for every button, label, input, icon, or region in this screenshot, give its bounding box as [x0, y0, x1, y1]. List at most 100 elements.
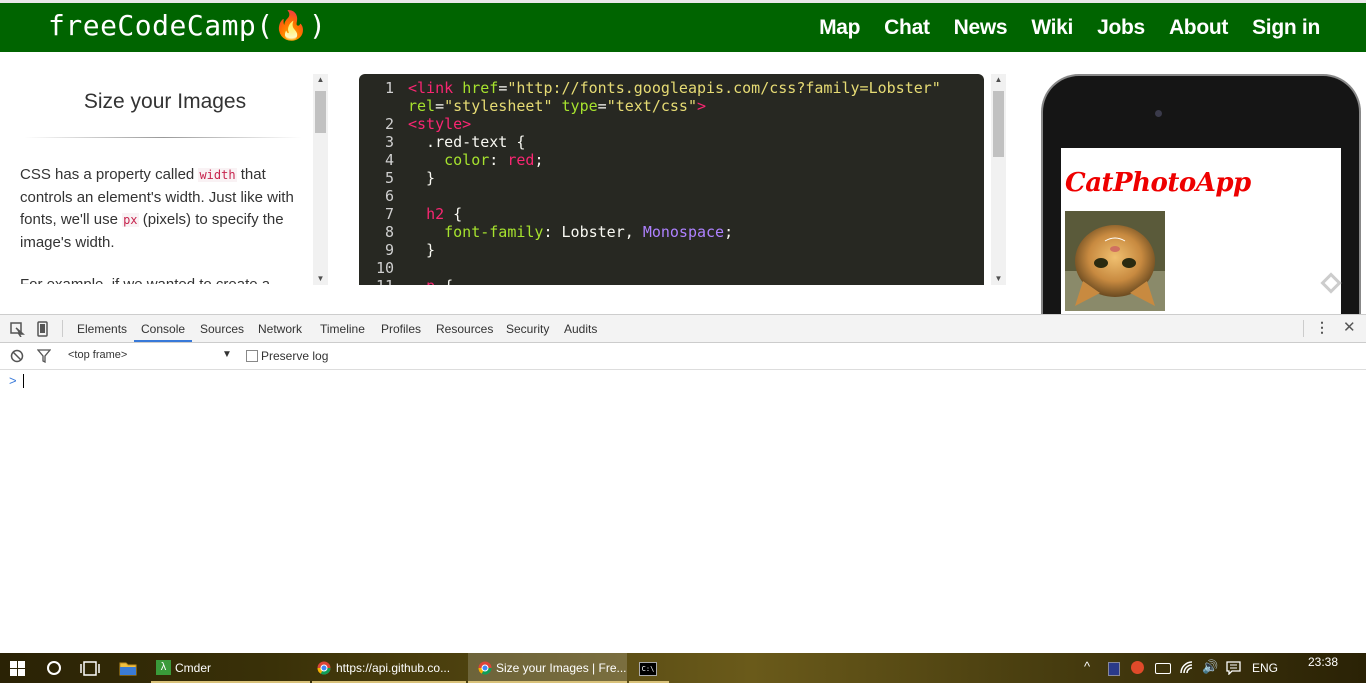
nav-link-wiki[interactable]: Wiki: [1031, 16, 1073, 40]
scroll-up-arrow-icon[interactable]: ▲: [991, 74, 1006, 86]
line-number: 4: [384, 151, 394, 169]
taskbar-clock[interactable]: 23:38: [1308, 647, 1338, 677]
line-number: 1: [384, 79, 394, 97]
code-line: p {: [408, 277, 453, 285]
code-editor[interactable]: 1 <link href="http://fonts.googleapis.com…: [359, 74, 984, 285]
scrollbar-thumb[interactable]: [993, 91, 1004, 157]
scroll-down-arrow-icon[interactable]: ▼: [991, 273, 1006, 285]
console-input-cursor[interactable]: [23, 374, 24, 388]
scroll-down-arrow-icon[interactable]: ▼: [313, 273, 328, 285]
phone-preview-frame: CatPhotoApp: [1041, 74, 1361, 334]
line-number: 6: [384, 187, 394, 205]
tab-security[interactable]: Security: [506, 315, 549, 342]
inspect-element-icon[interactable]: [9, 321, 25, 337]
tab-profiles[interactable]: Profiles: [381, 315, 421, 342]
console-toolbar: <top frame> ▼ Preserve log: [0, 343, 1366, 370]
taskbar-app-chrome-fcc[interactable]: Size your Images | Fre...: [468, 653, 627, 683]
challenge-description-continued: For example, if we wanted to create a: [20, 276, 270, 284]
windows-taskbar: λ Cmder https://api.github.co... Size yo…: [0, 653, 1366, 683]
task-view-icon[interactable]: [80, 661, 100, 676]
cmd-icon: C:\: [639, 662, 657, 676]
code-width: width: [198, 168, 237, 182]
devtools-panel: Elements Console Sources Network Timelin…: [0, 314, 1366, 655]
console-prompt-icon: >: [9, 373, 17, 388]
context-dropdown-icon[interactable]: ▼: [222, 349, 232, 360]
devtools-tabbar: Elements Console Sources Network Timelin…: [0, 315, 1366, 343]
tray-app-icon[interactable]: [1108, 662, 1120, 676]
scrollbar-thumb[interactable]: [315, 91, 326, 133]
tab-timeline[interactable]: Timeline: [320, 315, 365, 342]
context-selector[interactable]: <top frame>: [68, 349, 127, 361]
phone-camera-icon: [1155, 110, 1162, 117]
nav-link-chat[interactable]: Chat: [884, 16, 930, 40]
taskbar-app-chrome-github[interactable]: https://api.github.co...: [312, 653, 466, 683]
freecodecamp-logo[interactable]: freeCodeCamp(🔥): [48, 9, 326, 42]
taskbar-app-label: https://api.github.co...: [336, 661, 451, 675]
line-number: 10: [375, 259, 394, 277]
tab-elements[interactable]: Elements: [77, 315, 127, 342]
cat-photo-image[interactable]: [1065, 211, 1165, 311]
nav-link-jobs[interactable]: Jobs: [1097, 16, 1145, 40]
challenge-instructions: Size your Images CSS has a property call…: [0, 52, 313, 284]
code-line: rel="stylesheet" type="text/css">: [408, 97, 707, 115]
chrome-icon: [317, 661, 331, 675]
code-line: font-family: Lobster, Monospace;: [444, 223, 734, 241]
line-number: 7: [384, 205, 394, 223]
input-language[interactable]: ENG: [1252, 653, 1278, 683]
tray-security-icon[interactable]: [1131, 661, 1144, 674]
toolbar-divider: [1303, 320, 1304, 337]
preserve-log-checkbox[interactable]: [246, 350, 258, 362]
editor-scrollbar[interactable]: ▲ ▼: [991, 74, 1006, 285]
nav-link-about[interactable]: About: [1169, 16, 1228, 40]
line-number: 8: [384, 223, 394, 241]
taskbar-app-cmd[interactable]: C:\: [629, 653, 669, 683]
toolbar-divider: [62, 320, 63, 337]
code-line: <style>: [408, 115, 472, 133]
code-line: <link href="http://fonts.googleapis.com/…: [408, 79, 941, 97]
show-hidden-icons-icon[interactable]: ^: [1084, 659, 1090, 674]
line-number: 9: [384, 241, 394, 259]
line-number: 5: [384, 169, 394, 187]
nav-links: Map Chat News Wiki Jobs About Sign in: [795, 3, 1320, 52]
title-divider: [24, 137, 302, 138]
top-navbar: freeCodeCamp(🔥) Map Chat News Wiki Jobs …: [0, 0, 1366, 52]
challenge-title: Size your Images: [83, 90, 247, 113]
action-center-icon[interactable]: [1226, 661, 1241, 675]
more-options-icon[interactable]: ⋮: [1315, 319, 1329, 336]
code-line: }: [408, 169, 436, 187]
cortana-search-icon[interactable]: [46, 660, 62, 676]
code-line: .red-text {: [408, 133, 526, 151]
instructions-scrollbar[interactable]: ▲ ▼: [313, 74, 328, 285]
clear-console-icon[interactable]: [10, 349, 24, 363]
battery-icon[interactable]: [1155, 663, 1171, 674]
tab-network[interactable]: Network: [258, 315, 302, 342]
code-line: color: red;: [444, 151, 544, 169]
line-number: 3: [384, 133, 394, 151]
reset-icon[interactable]: [1320, 272, 1342, 294]
tab-sources[interactable]: Sources: [200, 315, 244, 342]
preview-screen: CatPhotoApp: [1061, 148, 1341, 328]
wifi-icon[interactable]: [1180, 661, 1194, 675]
nav-link-sign-in[interactable]: Sign in: [1252, 16, 1320, 40]
close-devtools-icon[interactable]: ✕: [1343, 318, 1356, 336]
tab-console[interactable]: Console: [134, 315, 193, 342]
tab-audits[interactable]: Audits: [564, 315, 597, 342]
filter-icon[interactable]: [37, 349, 51, 363]
description-text: CSS has a property called: [20, 166, 199, 183]
device-mode-icon[interactable]: [36, 321, 50, 337]
nav-link-news[interactable]: News: [954, 16, 1008, 40]
code-line: h2 {: [426, 205, 463, 223]
tab-resources[interactable]: Resources: [436, 315, 493, 342]
code-line: }: [408, 241, 436, 259]
console-output[interactable]: >: [0, 370, 1366, 655]
chrome-icon: [478, 661, 492, 675]
scroll-up-arrow-icon[interactable]: ▲: [313, 74, 328, 86]
line-number: 2: [384, 115, 394, 133]
taskbar-app-label: Size your Images | Fre...: [496, 661, 627, 675]
preview-heading: CatPhotoApp: [1065, 168, 1251, 198]
taskbar-app-cmder[interactable]: λ Cmder: [151, 653, 310, 683]
volume-icon[interactable]: 🔊: [1202, 659, 1218, 675]
nav-link-map[interactable]: Map: [819, 16, 860, 40]
file-explorer-icon[interactable]: [119, 660, 137, 676]
windows-start-icon[interactable]: [10, 661, 25, 676]
